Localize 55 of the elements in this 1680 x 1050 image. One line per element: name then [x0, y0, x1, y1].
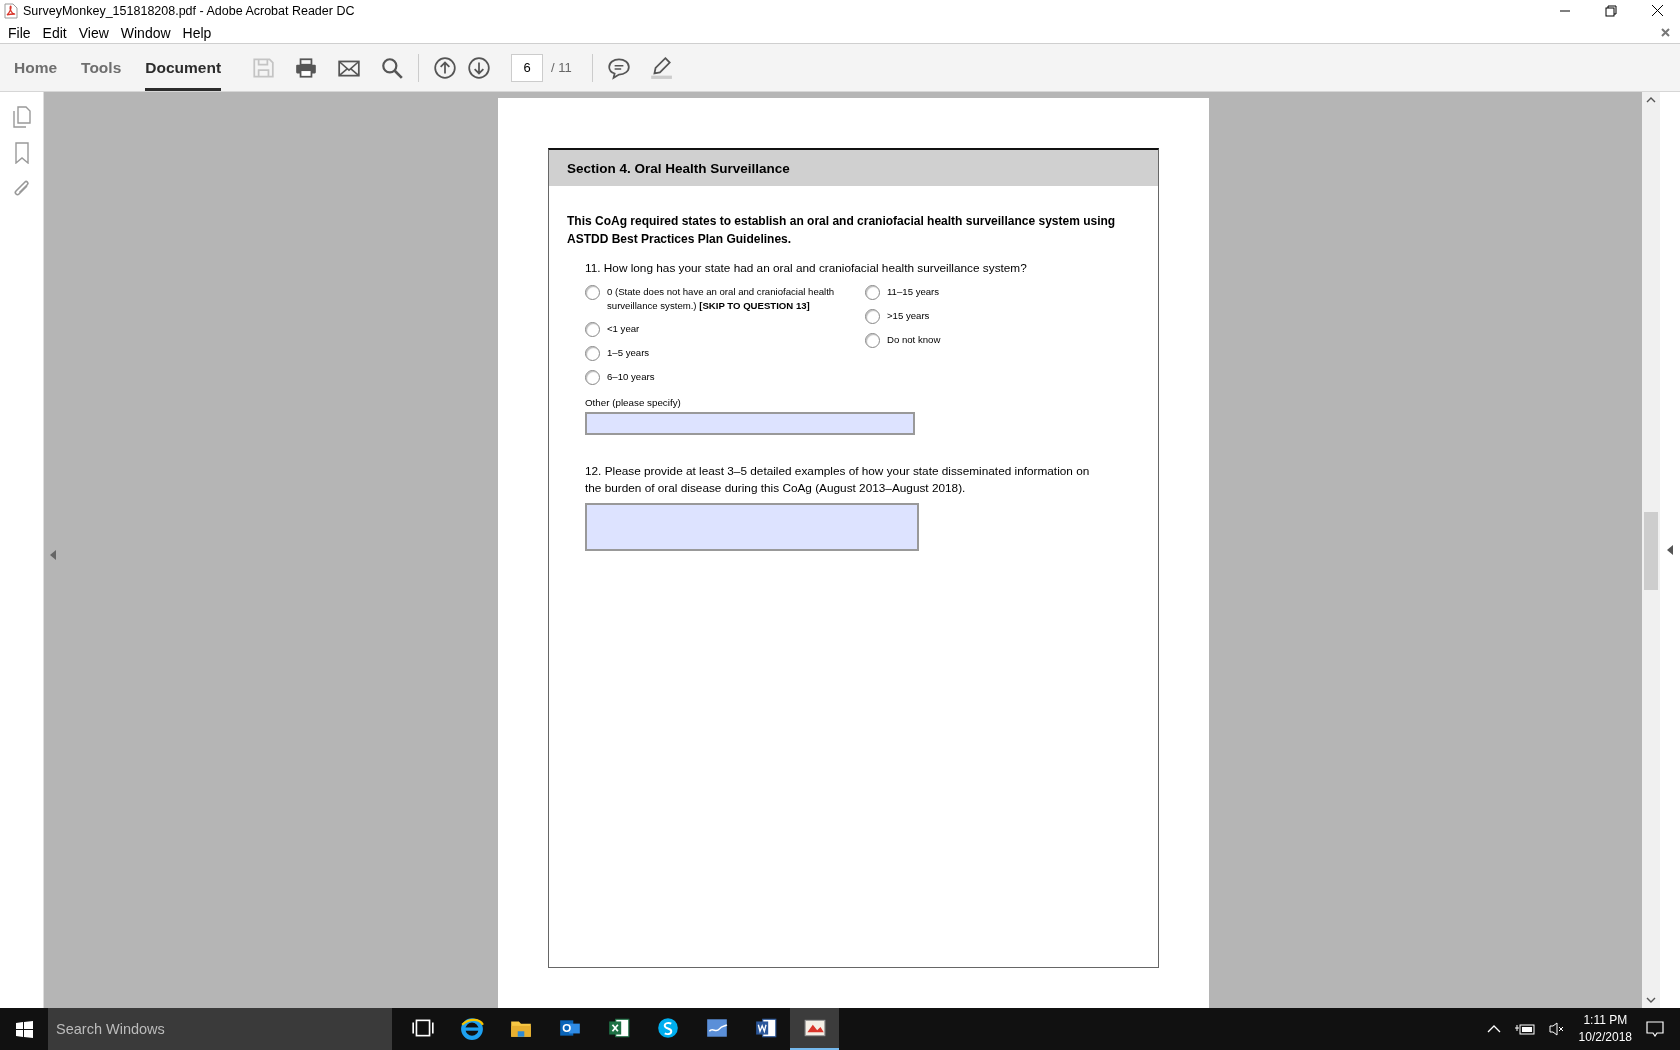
scrollbar-thumb[interactable] — [1644, 512, 1658, 590]
menu-item[interactable]: File — [2, 24, 37, 41]
muted-speaker-icon[interactable] — [1548, 1022, 1565, 1036]
search-field[interactable]: Search Windows — [48, 1008, 392, 1050]
radio-button[interactable] — [865, 333, 880, 348]
option-label: <1 year — [607, 322, 641, 336]
window-title: SurveyMonkey_151818208.pdf - Adobe Acrobat Reader DC — [23, 4, 355, 18]
option-label: 0 (State does not have an oral and craniofacial health surveillance system.) [SKIP TO QUESTION 13] — [607, 285, 836, 313]
option-label: 11–15 years — [887, 285, 941, 299]
option-label: >15 years — [887, 309, 931, 323]
question-text: 11. How long has your state had an oral and craniofacial health surveillance system? — [585, 260, 1028, 277]
notification-icon[interactable] — [1646, 1021, 1664, 1037]
field-label: Other (please specify) — [585, 397, 682, 408]
battery-icon[interactable] — [1514, 1023, 1535, 1035]
radio-button[interactable] — [585, 285, 600, 300]
windows-logo-icon[interactable] — [15, 1020, 33, 1038]
option-label: Do not know — [887, 333, 942, 347]
page-count: / 11 — [551, 60, 572, 75]
speech-bubble-icon[interactable] — [606, 55, 631, 80]
stats-window-icon[interactable] — [704, 1016, 729, 1040]
question-text: 12. Please provide at least 3–5 detailed examples of how your state disseminated information on the burden of oral disease during this CoAg (August 2013–August 2018). — [585, 463, 1091, 497]
option-label: 6–10 years — [607, 370, 656, 384]
radio-button[interactable] — [585, 322, 600, 337]
scroll-up-icon[interactable] — [1646, 96, 1656, 103]
clock-time[interactable]: 1:11 PM — [1583, 1012, 1628, 1029]
menu-item[interactable]: Window — [114, 24, 177, 41]
other-input-field[interactable] — [585, 412, 915, 435]
radio-button[interactable] — [865, 309, 880, 324]
radio-button[interactable] — [585, 370, 600, 385]
expand-panel-icon[interactable] — [1667, 545, 1673, 555]
taskbar-app[interactable] — [790, 1008, 839, 1050]
pen-icon[interactable] — [648, 55, 673, 80]
chevron-up-icon[interactable] — [1486, 1025, 1501, 1033]
browser-e-icon[interactable] — [459, 1016, 484, 1040]
collapse-left-icon[interactable] — [50, 550, 56, 560]
document-w-icon[interactable] — [753, 1016, 778, 1040]
clock-date[interactable]: 10/2/2018 — [1578, 1029, 1632, 1046]
chat-s-icon[interactable] — [655, 1016, 680, 1040]
menu-item[interactable]: View — [72, 24, 115, 41]
printer-icon[interactable] — [294, 55, 319, 80]
menu-item[interactable]: Edit — [36, 24, 73, 41]
page-number-field[interactable]: 6 — [511, 53, 544, 82]
option-label: 1–5 years — [607, 346, 651, 360]
radio-button[interactable] — [865, 285, 880, 300]
bookmark-icon[interactable] — [13, 142, 30, 164]
radio-button[interactable] — [585, 346, 600, 361]
intro-text: This CoAg required states to establish an oral and craniofacial health surveillance system using ASTDD Best Practices Plan Guidelines. — [567, 213, 1117, 248]
pdf-file-icon — [4, 3, 18, 19]
menu-item[interactable]: Help — [176, 24, 218, 41]
section-header: Section 4. Oral Health Surveillance — [549, 150, 1158, 186]
toolbar-tab[interactable]: Tools — [81, 44, 122, 91]
toolbar-tab[interactable]: Home — [14, 44, 58, 91]
spreadsheet-icon[interactable] — [606, 1016, 631, 1040]
search-icon[interactable] — [380, 55, 405, 80]
scroll-down-icon[interactable] — [1646, 997, 1656, 1004]
